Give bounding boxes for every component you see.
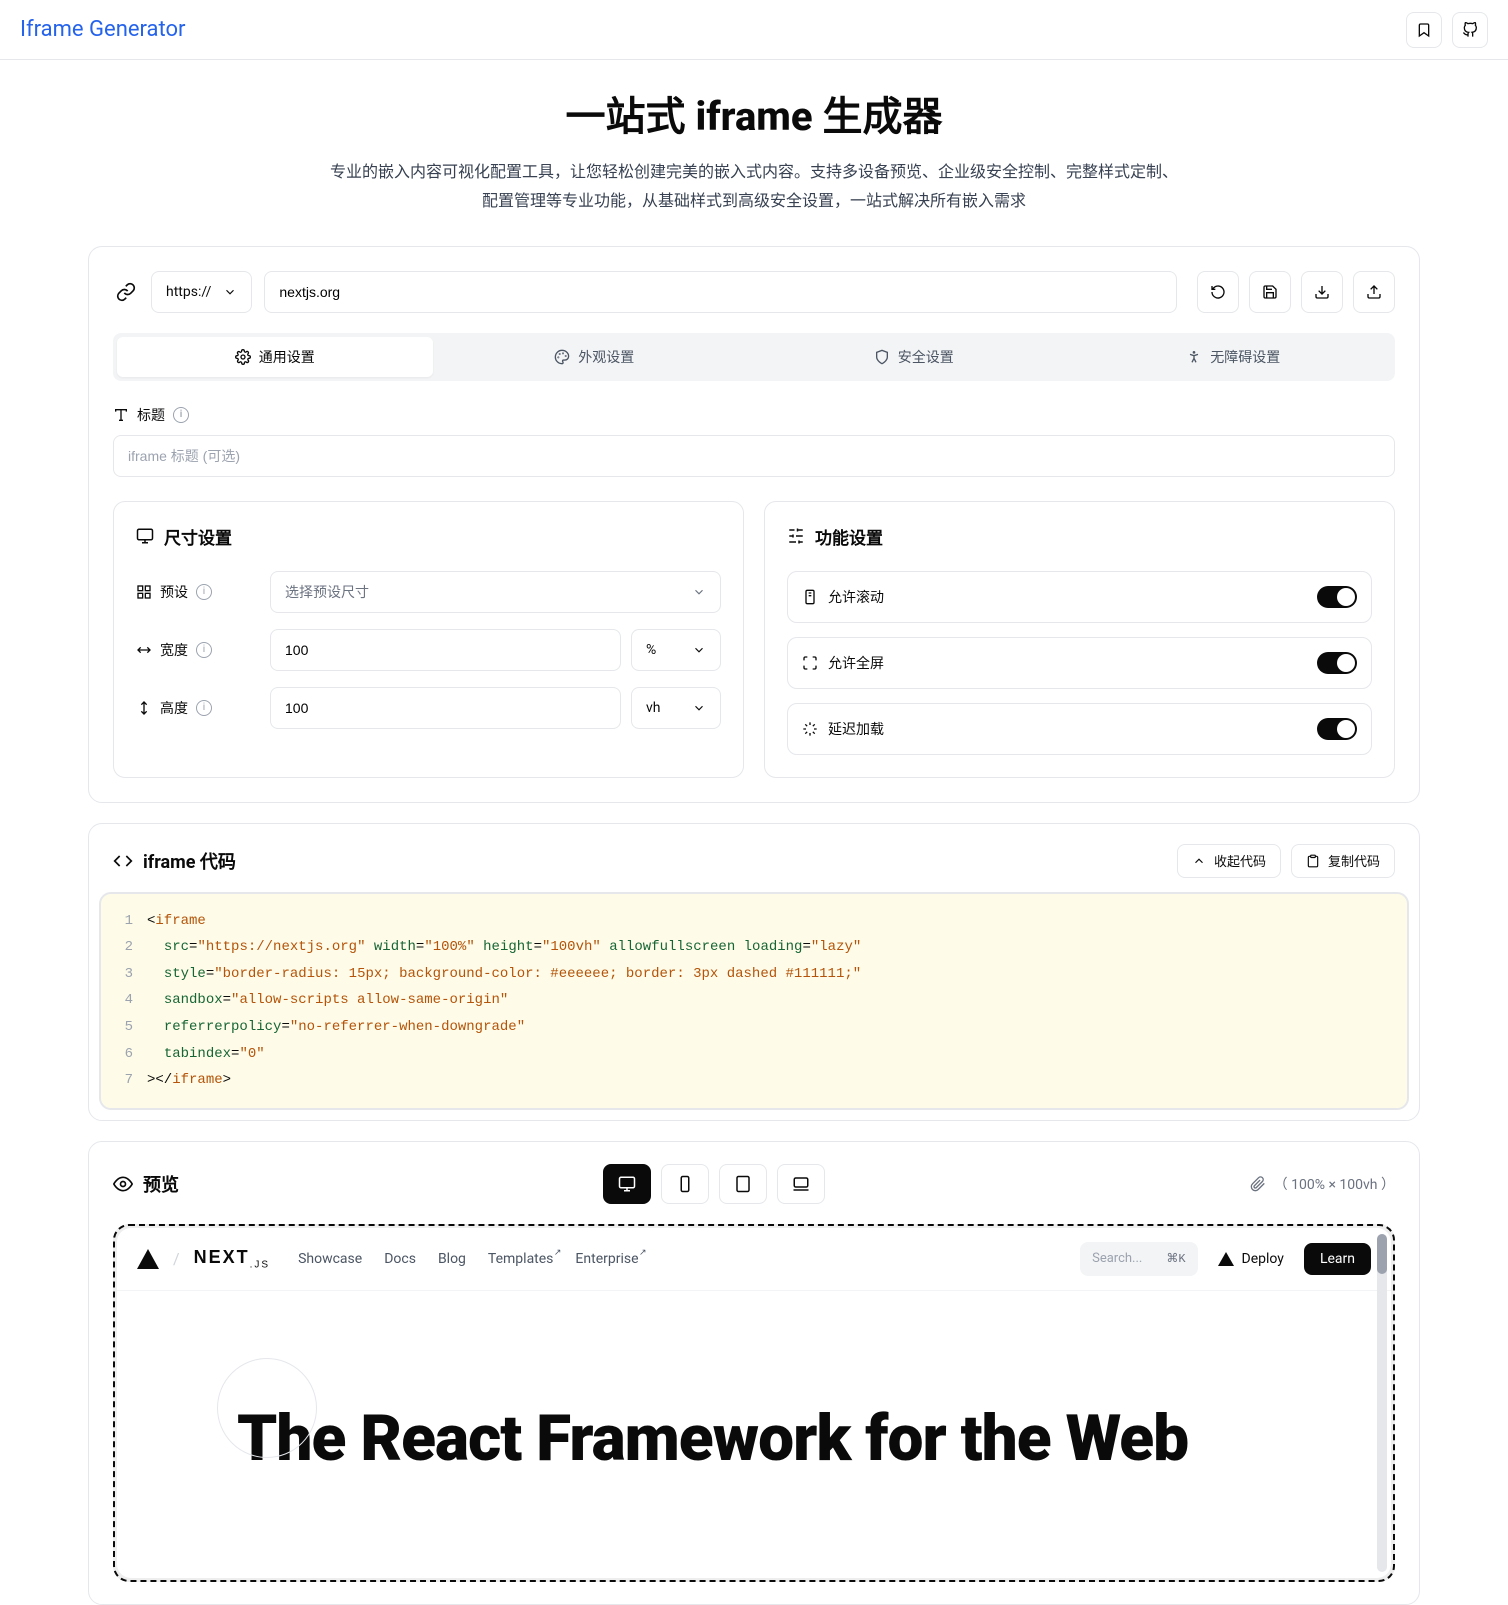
tab-security[interactable]: 安全设置 [756, 337, 1072, 377]
reset-button[interactable] [1197, 271, 1239, 313]
fullscreen-icon [802, 655, 818, 671]
preview-card: 预览 （ 100% × 100vh ） [88, 1141, 1420, 1605]
github-icon [1462, 22, 1478, 38]
hero-subtitle: 专业的嵌入内容可视化配置工具，让您轻松创建完美的嵌入式内容。支持多设备预览、企业… [329, 158, 1179, 216]
features-card: 功能设置 允许滚动 允许全屏 [764, 501, 1395, 778]
topbar: Iframe Generator [0, 0, 1508, 60]
brand-link[interactable]: Iframe Generator [20, 17, 185, 42]
info-icon[interactable]: i [196, 584, 212, 600]
title-input[interactable] [113, 435, 1395, 477]
mock-search[interactable]: Search... ⌘K [1080, 1242, 1197, 1276]
code-card: iframe 代码 收起代码 复制代码 1<iframe 2 src="http… [88, 823, 1420, 1121]
toggle-fullscreen-row: 允许全屏 [787, 637, 1372, 689]
mock-deploy-button[interactable]: Deploy [1206, 1251, 1296, 1267]
mock-next-logo[interactable]: NEXT.JS [194, 1247, 270, 1271]
type-icon [113, 407, 129, 423]
mock-scrollbar[interactable] [1377, 1234, 1387, 1572]
eye-icon [113, 1174, 133, 1194]
height-unit-select[interactable]: vh [631, 687, 721, 729]
device-laptop-button[interactable] [777, 1164, 825, 1204]
copy-code-button[interactable]: 复制代码 [1291, 844, 1395, 878]
upload-button[interactable] [1353, 271, 1395, 313]
code-block[interactable]: 1<iframe 2 src="https://nextjs.org" widt… [99, 892, 1409, 1110]
palette-icon [554, 349, 570, 365]
mock-nav-templates[interactable]: Templates↗ [488, 1251, 554, 1267]
chevron-up-icon [1192, 854, 1206, 868]
tab-appearance[interactable]: 外观设置 [437, 337, 753, 377]
dimensions-card: 尺寸设置 预设 i 选择预设尺寸 [113, 501, 744, 778]
tab-general[interactable]: 通用设置 [117, 337, 433, 377]
device-desktop-button[interactable] [603, 1164, 651, 1204]
height-icon [136, 700, 152, 716]
url-input[interactable] [264, 271, 1177, 313]
mock-learn-button[interactable]: Learn [1304, 1243, 1371, 1275]
bookmark-icon [1416, 22, 1432, 38]
link-icon [113, 282, 139, 302]
tab-accessibility[interactable]: 无障碍设置 [1076, 337, 1392, 377]
chevron-down-icon [692, 585, 706, 599]
monitor-icon [618, 1175, 636, 1193]
layout-icon [136, 584, 152, 600]
reset-icon [1210, 284, 1226, 300]
chevron-down-icon [692, 701, 706, 715]
loader-icon [802, 721, 818, 737]
width-input[interactable] [270, 629, 621, 671]
shield-icon [874, 349, 890, 365]
hero: 一站式 iframe 生成器 专业的嵌入内容可视化配置工具，让您轻松创建完美的嵌… [0, 60, 1508, 246]
toggle-scroll-row: 允许滚动 [787, 571, 1372, 623]
preset-select[interactable]: 选择预设尺寸 [270, 571, 721, 613]
laptop-icon [792, 1175, 810, 1193]
sliders-icon [787, 527, 805, 545]
width-icon [136, 642, 152, 658]
download-button[interactable] [1301, 271, 1343, 313]
code-icon [113, 851, 133, 871]
triangle-icon [1218, 1252, 1234, 1266]
device-tablet-button[interactable] [719, 1164, 767, 1204]
mock-hero-title: The React Framework for the Web [237, 1401, 1351, 1476]
mock-nav-blog[interactable]: Blog [438, 1251, 466, 1267]
hero-title: 一站式 iframe 生成器 [20, 84, 1488, 142]
phone-icon [676, 1175, 694, 1193]
clipboard-icon [1306, 854, 1320, 868]
paperclip-icon [1250, 1176, 1266, 1192]
decorative-circle [217, 1358, 317, 1458]
monitor-icon [136, 527, 154, 545]
gear-icon [235, 349, 251, 365]
chevron-down-icon [223, 285, 237, 299]
info-icon[interactable]: i [173, 407, 189, 423]
tablet-icon [734, 1175, 752, 1193]
settings-tabbar: 通用设置 外观设置 安全设置 无障碍设置 [113, 333, 1395, 381]
upload-icon [1366, 284, 1382, 300]
info-icon[interactable]: i [196, 642, 212, 658]
collapse-code-button[interactable]: 收起代码 [1177, 844, 1281, 878]
title-label: 标题 i [113, 405, 1395, 425]
height-input[interactable] [270, 687, 621, 729]
save-icon [1262, 284, 1278, 300]
save-button[interactable] [1249, 271, 1291, 313]
mock-page: / NEXT.JS Showcase Docs Blog Templates↗ … [117, 1228, 1391, 1578]
protocol-select[interactable]: https:// [151, 271, 252, 313]
mock-vercel-logo[interactable] [137, 1249, 159, 1269]
mock-nav-showcase[interactable]: Showcase [298, 1251, 362, 1267]
mock-nav-enterprise[interactable]: Enterprise↗ [575, 1251, 638, 1267]
accessibility-icon [1186, 349, 1202, 365]
device-phone-button[interactable] [661, 1164, 709, 1204]
mock-nav-docs[interactable]: Docs [384, 1251, 416, 1267]
scroll-icon [802, 589, 818, 605]
switch-scroll[interactable] [1317, 586, 1357, 608]
url-row: https:// [113, 271, 1395, 313]
switch-fullscreen[interactable] [1317, 652, 1357, 674]
width-unit-select[interactable]: % [631, 629, 721, 671]
toggle-lazy-row: 延迟加载 [787, 703, 1372, 755]
switch-lazy[interactable] [1317, 718, 1357, 740]
chevron-down-icon [692, 643, 706, 657]
topbar-actions [1406, 12, 1488, 48]
github-button[interactable] [1452, 12, 1488, 48]
iframe-preview-wrapper: / NEXT.JS Showcase Docs Blog Templates↗ … [113, 1224, 1395, 1582]
preview-size-text: （ 100% × 100vh ） [1274, 1174, 1395, 1194]
info-icon[interactable]: i [196, 700, 212, 716]
bookmark-button[interactable] [1406, 12, 1442, 48]
download-icon [1314, 284, 1330, 300]
